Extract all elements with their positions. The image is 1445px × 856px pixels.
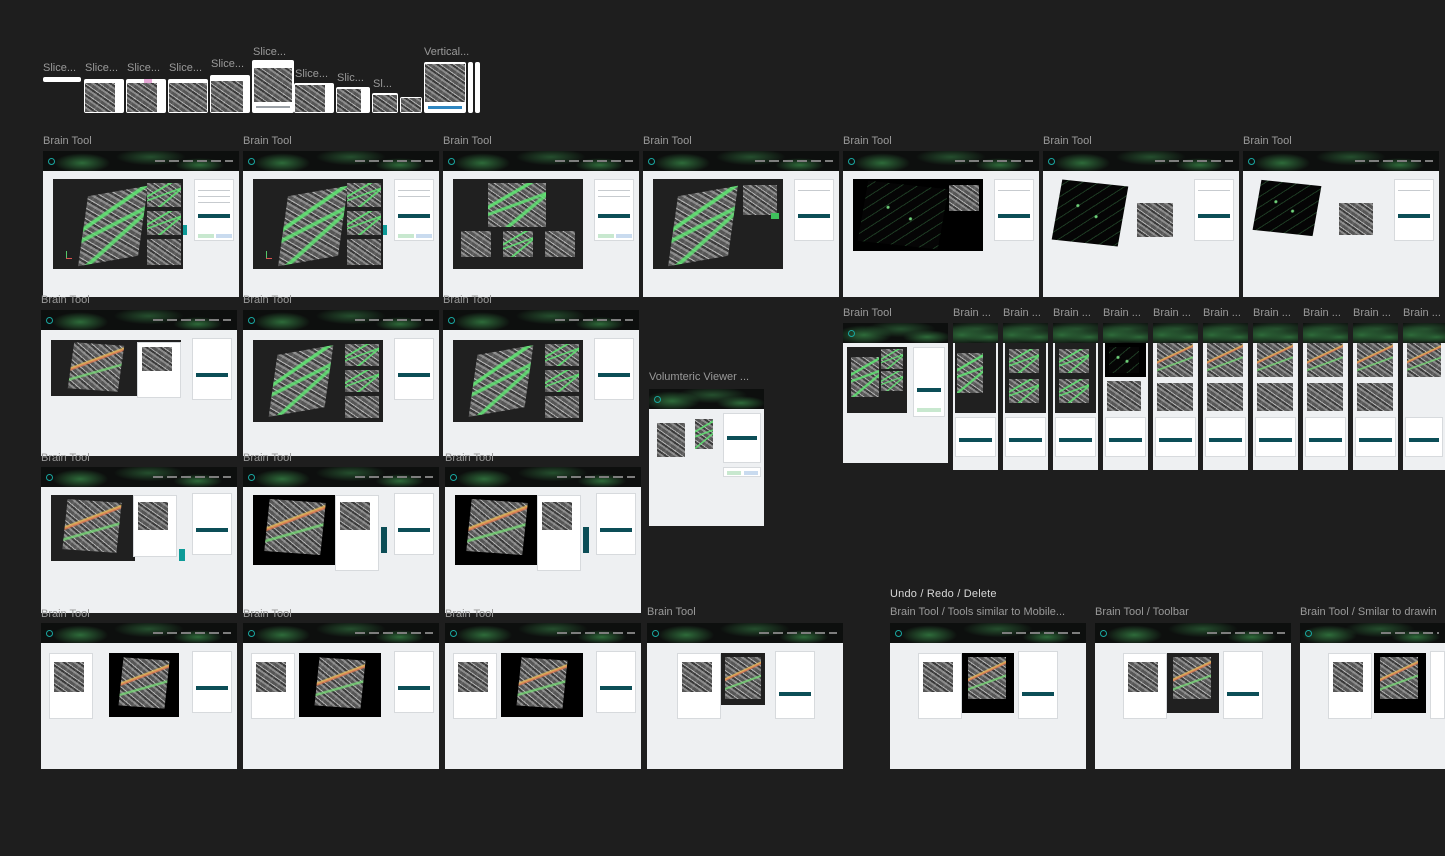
brain-tool-frame[interactable]: [843, 323, 948, 463]
frame-title: Brain ...: [1103, 307, 1141, 319]
brain-tool-frame[interactable]: [647, 623, 843, 769]
frame-title: Brain Tool: [41, 452, 90, 462]
frame-title: Brain ...: [1003, 307, 1041, 319]
frame-title: Brain ...: [1353, 307, 1391, 319]
slice-label: Slice...: [211, 58, 245, 70]
brain-tool-frame[interactable]: [41, 310, 237, 456]
frame-title: Brain ...: [1153, 307, 1191, 319]
mobile-frame[interactable]: [1303, 323, 1348, 470]
frame-title: Brain Tool: [43, 135, 92, 147]
brain-tool-frame[interactable]: [1095, 623, 1291, 769]
frame-title: Brain Tool: [443, 135, 492, 147]
brain-tool-frame[interactable]: [1043, 151, 1239, 297]
frame-title: Brain ...: [1203, 307, 1241, 319]
frame-title: Brain Tool: [843, 307, 892, 319]
brain-tool-frame[interactable]: [243, 151, 439, 297]
brain-tool-frame[interactable]: [643, 151, 839, 297]
slice-thumbnail[interactable]: [294, 83, 334, 113]
frame-title: Brain Tool / Tools similar to Mobile...: [890, 606, 1066, 618]
brain-tool-frame[interactable]: [843, 151, 1039, 297]
brain-tool-frame[interactable]: [243, 623, 439, 769]
slice-thumbnail[interactable]: [168, 79, 208, 113]
frame-title: Brain ...: [1053, 307, 1091, 319]
brain-tool-frame[interactable]: [243, 310, 439, 456]
frame-title: Brain Tool / Smilar to drawin: [1300, 606, 1437, 618]
slice-label: Vertical...: [424, 46, 470, 58]
frame-title: Brain Tool / Toolbar: [1095, 606, 1189, 618]
brain-tool-frame[interactable]: [41, 623, 237, 769]
mobile-frame[interactable]: [1353, 323, 1398, 470]
frame-title: Brain Tool: [843, 135, 892, 147]
slice-thumbnail[interactable]: [84, 79, 124, 113]
frame-title: Brain Tool: [445, 608, 494, 618]
brain-tool-frame[interactable]: [1243, 151, 1439, 297]
frame-title: Brain ...: [1403, 307, 1441, 319]
frame-title: Brain Tool: [41, 608, 90, 618]
brain-tool-frame[interactable]: [445, 467, 641, 613]
brain-tool-frame[interactable]: [443, 310, 639, 456]
frame-title: Volumteric Viewer ...: [649, 371, 750, 383]
frame-title: Brain Tool: [243, 608, 292, 618]
frame-title: Brain Tool: [647, 606, 696, 618]
frame-title: Brain Tool: [243, 452, 292, 462]
section-title: Undo / Redo / Delete: [890, 588, 997, 600]
slice-label: Slice...: [169, 62, 203, 74]
frame-title: Brain Tool: [41, 294, 90, 304]
brain-tool-frame[interactable]: [1300, 623, 1445, 769]
frame-title: Brain Tool: [1043, 135, 1092, 147]
frame-title: Brain ...: [953, 307, 991, 319]
slice-thumbnail[interactable]: [126, 79, 166, 113]
slice-slider-thumbnail[interactable]: [43, 77, 81, 82]
slice-label: Sl...: [373, 78, 392, 90]
slice-thumbnail[interactable]: [424, 62, 466, 113]
brain-tool-frame[interactable]: [890, 623, 1086, 769]
slice-label: Slice...: [127, 62, 161, 74]
brain-tool-frame[interactable]: [41, 467, 237, 613]
brain-tool-frame[interactable]: [443, 151, 639, 297]
vertical-slider[interactable]: [468, 62, 473, 113]
frame-title: Brain Tool: [243, 294, 292, 304]
frame-title: Brain Tool: [443, 294, 492, 304]
mobile-frame[interactable]: [1103, 323, 1148, 470]
frame-title: Brain ...: [1253, 307, 1291, 319]
mobile-frame[interactable]: [1253, 323, 1298, 470]
vertical-slider[interactable]: [475, 62, 480, 113]
slice-label: Slice...: [43, 62, 77, 74]
frame-title: Brain ...: [1303, 307, 1341, 319]
brain-tool-frame[interactable]: [445, 623, 641, 769]
slice-label: Slice...: [295, 68, 329, 80]
mobile-frame[interactable]: [1203, 323, 1248, 470]
frame-title: Brain Tool: [445, 452, 494, 462]
slice-thumbnail[interactable]: [252, 60, 294, 113]
volumetric-viewer-frame[interactable]: [649, 389, 764, 526]
slice-thumbnail[interactable]: [400, 97, 422, 113]
mobile-frame[interactable]: [953, 323, 998, 470]
brain-tool-frame[interactable]: [43, 151, 239, 297]
slice-thumbnail[interactable]: [336, 87, 370, 113]
brain-tool-frame[interactable]: [243, 467, 439, 613]
slice-thumbnail[interactable]: [210, 75, 250, 113]
frame-title: Brain Tool: [643, 135, 692, 147]
mobile-frame[interactable]: [1053, 323, 1098, 470]
mobile-frame[interactable]: [1003, 323, 1048, 470]
slice-thumbnail[interactable]: [372, 93, 398, 113]
mobile-frame[interactable]: [1153, 323, 1198, 470]
slice-label: Slice...: [85, 62, 119, 74]
slice-label: Slice...: [253, 46, 287, 58]
frame-title: Brain Tool: [243, 135, 292, 147]
slice-label: Slic...: [337, 72, 364, 84]
frame-title: Brain Tool: [1243, 135, 1292, 147]
mobile-frame[interactable]: [1403, 323, 1445, 470]
